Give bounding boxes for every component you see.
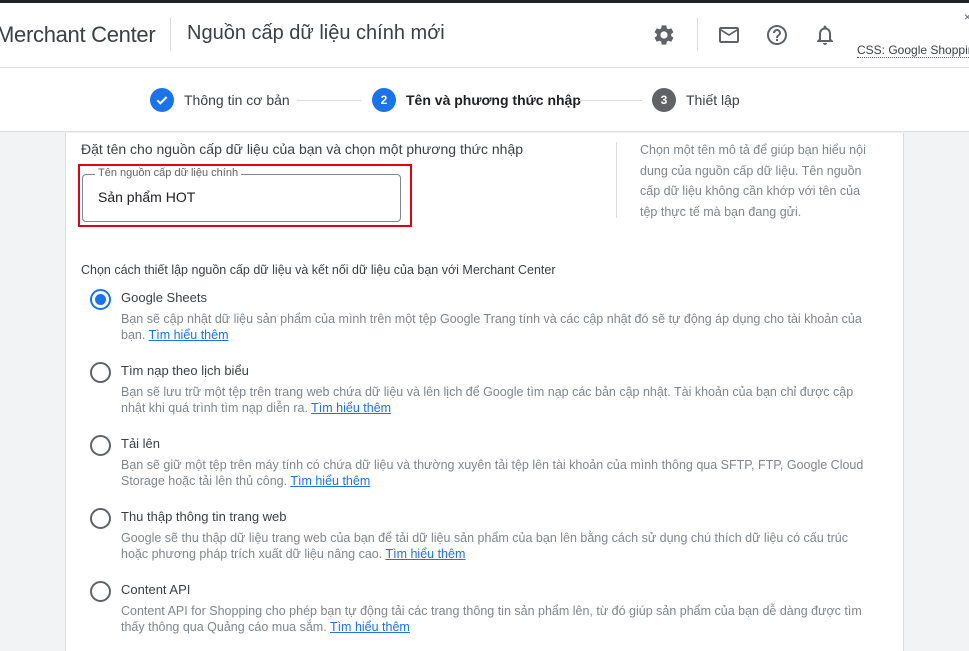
radio-upload[interactable] (90, 435, 111, 456)
gear-icon (654, 25, 674, 45)
help-button[interactable] (764, 22, 790, 48)
mail-button[interactable] (716, 22, 742, 48)
name-section-heading: Đặt tên cho nguồn cấp dữ liệu của bạn và… (81, 141, 524, 157)
help-text: Chọn một tên mô tả để giúp bạn hiểu nội … (640, 143, 866, 219)
option-title: Content API (121, 582, 191, 597)
step-3-label: Thiết lập (686, 92, 740, 108)
help-icon (767, 25, 787, 45)
mail-icon (719, 27, 739, 43)
header-divider (170, 18, 171, 51)
radio-scheduled-fetch[interactable] (90, 362, 111, 383)
method-section-heading: Chọn cách thiết lập nguồn cấp dữ liệu và… (81, 263, 556, 277)
option-description: Content API for Shopping cho phép bạn tự… (121, 604, 862, 634)
learn-more-link[interactable]: Tìm hiểu thêm (311, 401, 391, 415)
learn-more-link[interactable]: Tìm hiểu thêm (330, 620, 410, 634)
option-title: Tải lên (121, 436, 161, 451)
radio-google-sheets[interactable] (90, 289, 111, 310)
option-title: Tìm nạp theo lịch biểu (121, 363, 249, 378)
radio-content-api[interactable] (90, 581, 111, 602)
close-icon[interactable]: × (964, 10, 969, 24)
step-3-number: 3 (652, 88, 676, 112)
option-description: Bạn sẽ lưu trữ một tệp trên trang web ch… (121, 385, 854, 415)
help-divider (616, 142, 617, 218)
option-title: Google Sheets (121, 290, 208, 305)
settings-button[interactable] (651, 22, 677, 48)
app-name[interactable]: Merchant Center (0, 22, 156, 48)
option-description: Bạn sẽ cập nhật dữ liệu sản phẩm của mìn… (121, 312, 862, 342)
step-1-label: Thông tin cơ bản (184, 92, 290, 108)
option-title: Thu thập thông tin trang web (121, 509, 287, 524)
step-connector (579, 100, 642, 101)
option-description: Bạn sẽ giữ một tệp trên máy tính có chứa… (121, 458, 864, 488)
learn-more-link[interactable]: Tìm hiểu thêm (385, 547, 465, 561)
step-connector (297, 100, 361, 101)
option-description: Google sẽ thu thập dữ liệu trang web của… (121, 531, 848, 561)
step-2-label: Tên và phương thức nhập (406, 92, 581, 108)
learn-more-link[interactable]: Tìm hiểu thêm (149, 328, 229, 342)
step-2-number: 2 (372, 88, 396, 112)
radio-website-crawl[interactable] (90, 508, 111, 529)
icons-divider (697, 18, 698, 51)
feed-name-label: Tên nguồn cấp dữ liệu chính (95, 167, 242, 179)
step-1-check-icon (150, 88, 174, 112)
notifications-button[interactable] (812, 22, 838, 48)
page-title: Nguồn cấp dữ liệu chính mới (187, 22, 445, 44)
stepper: Thông tin cơ bản 2 Tên và phương thức nh… (0, 68, 969, 132)
feed-name-input[interactable] (98, 189, 388, 205)
bell-icon (817, 25, 833, 45)
top-app-bar: Merchant Center Nguồn cấp dữ liệu chính … (0, 0, 969, 68)
learn-more-link[interactable]: Tìm hiểu thêm (290, 474, 370, 488)
window-top-strip (0, 0, 969, 3)
account-switcher[interactable]: CSS: Google Shopping (857, 43, 969, 58)
